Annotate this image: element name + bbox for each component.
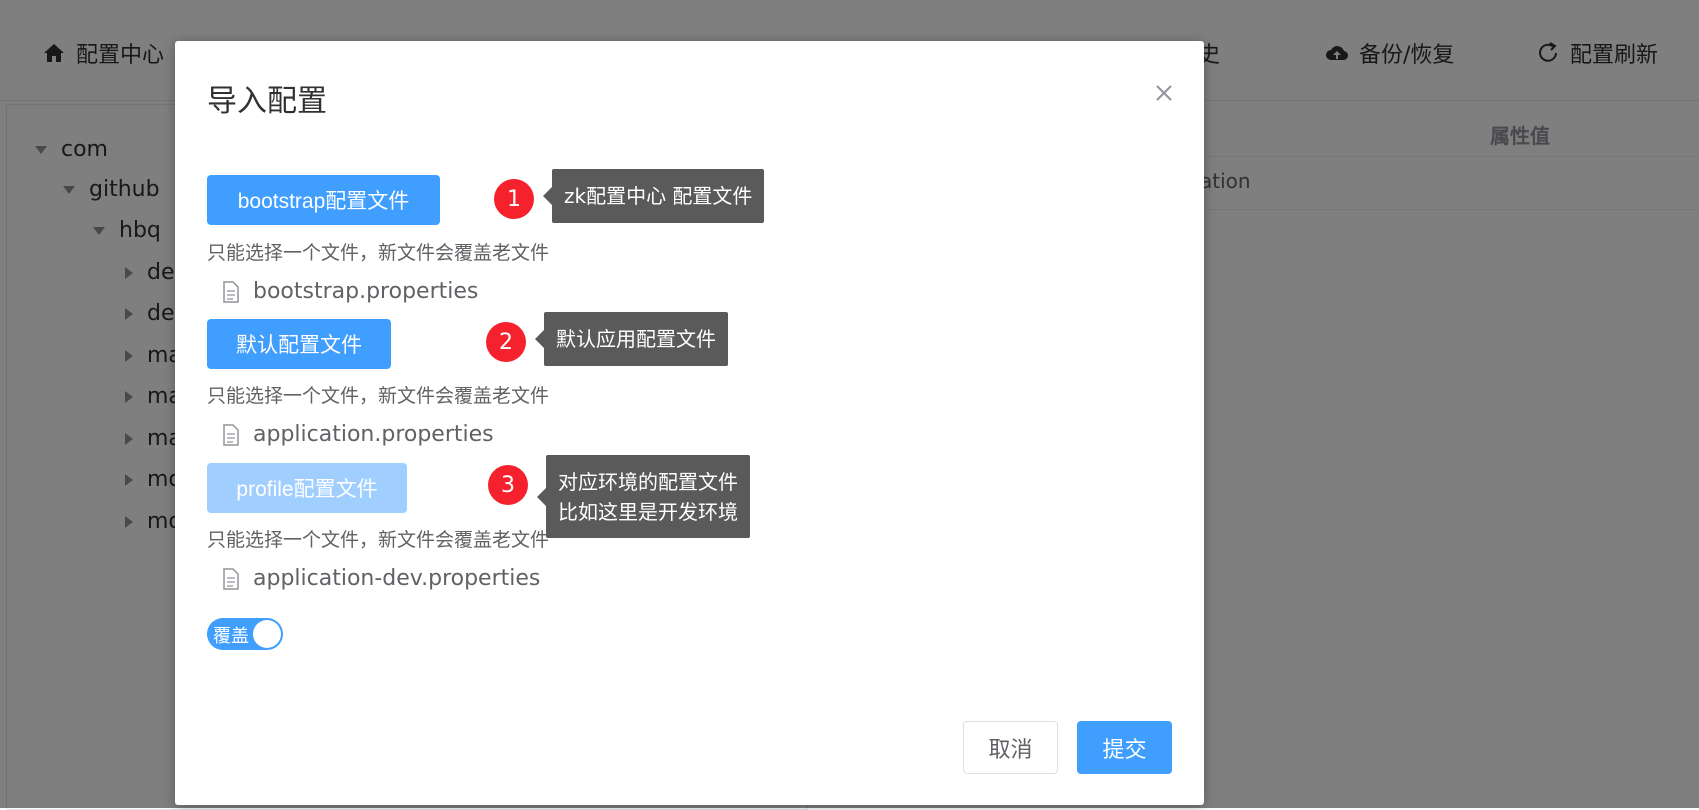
document-icon [223,280,239,303]
document-icon [223,423,239,446]
file-item[interactable]: application.properties [221,422,494,447]
file-name: application-dev.properties [253,566,541,591]
callout-text: 默认应用配置文件 [556,327,716,351]
callout-text: 比如这里是开发环境 [558,499,738,524]
upload-default-button[interactable]: 默认配置文件 [207,319,391,369]
callout: 默认应用配置文件 [535,312,728,366]
callout: 对应环境的配置文件 比如这里是开发环境 [537,455,750,538]
upload-profile-button[interactable]: profile配置文件 [207,463,407,513]
upload-tip: 只能选择一个文件，新文件会覆盖老文件 [207,529,550,551]
step-badge: 3 [488,465,528,505]
upload-tip: 只能选择一个文件，新文件会覆盖老文件 [207,242,550,264]
file-name: application.properties [253,422,494,447]
file-item[interactable]: bootstrap.properties [221,279,478,304]
dialog-title: 导入配置 [207,84,327,119]
import-config-dialog: 导入配置 bootstrap配置文件 1 zk配置中心 配置文件 只能选择一个文… [175,41,1204,805]
file-name: bootstrap.properties [253,279,479,304]
file-item[interactable]: application-dev.properties [221,566,540,591]
cancel-button[interactable]: 取消 [963,721,1058,774]
switch-label: 覆盖 [213,626,249,647]
submit-button[interactable]: 提交 [1077,721,1172,774]
callout: zk配置中心 配置文件 [542,169,765,223]
callout-text: zk配置中心 配置文件 [564,184,753,208]
callout-text: 对应环境的配置文件 [558,469,738,494]
step-badge: 2 [486,322,526,362]
close-icon[interactable] [1150,79,1178,107]
upload-bootstrap-button[interactable]: bootstrap配置文件 [207,175,440,225]
overwrite-switch[interactable]: 覆盖 [207,618,283,650]
upload-tip: 只能选择一个文件，新文件会覆盖老文件 [207,385,550,407]
switch-knob [253,620,281,648]
step-badge: 1 [494,179,534,219]
document-icon [223,567,239,590]
